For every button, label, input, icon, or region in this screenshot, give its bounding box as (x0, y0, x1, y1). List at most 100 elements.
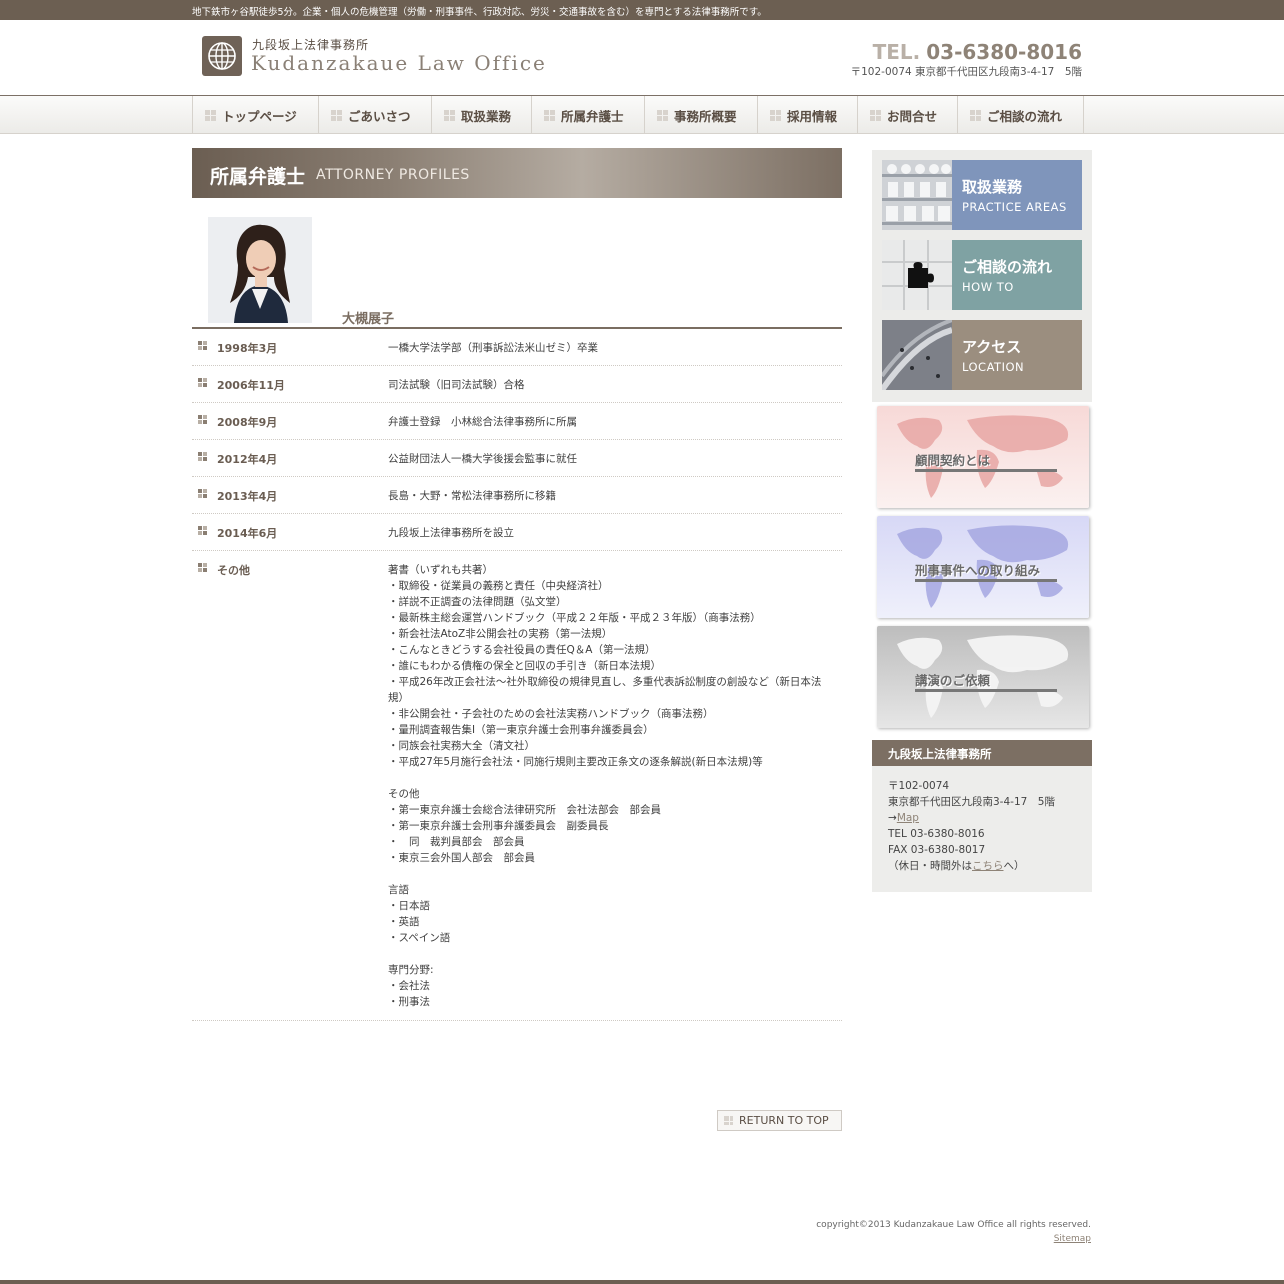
logo-english-name: Kudanzakaue Law Office (251, 51, 547, 75)
page-title: 所属弁護士 (210, 166, 306, 188)
nav-label: お問合せ (887, 108, 938, 124)
sidebar: 取扱業務 PRACTICE AREAS ご相談の流れ HOW TO アクセス L… (872, 150, 1092, 892)
offhours-suffix: へ） (1003, 860, 1025, 872)
page-title-banner: 所属弁護士 ATTORNEY PROFILES (192, 148, 842, 198)
nav-label: 採用情報 (787, 108, 838, 124)
criminal-cases-banner[interactable]: 刑事事件への取り組み (877, 516, 1089, 618)
banner-title: アクセス (962, 338, 1022, 356)
nav-label: ごあいさつ (348, 108, 411, 124)
career-text: 長島・大野・常松法律事務所に移籍 (388, 490, 556, 502)
map-link[interactable]: Map (897, 812, 919, 824)
office-offhours: （休日・時間外はこちらへ） (888, 858, 1092, 874)
square-bullet-icon (331, 109, 342, 121)
attorney-name: 大槻展子 (342, 312, 395, 327)
nav-item-flow[interactable]: ご相談の流れ (958, 96, 1084, 134)
banner-underline (915, 579, 1057, 582)
career-text: 九段坂上法律事務所を設立 (388, 527, 514, 539)
nav-label: ご相談の流れ (987, 108, 1063, 124)
career-row: 1998年3月 一橋大学法学部（刑事訴訟法米山ゼミ）卒業 (192, 329, 842, 366)
global-nav: トップページ ごあいさつ 取扱業務 所属弁護士 事務所概要 採用情報 お問合せ … (0, 95, 1284, 134)
career-list: 1998年3月 一橋大学法学部（刑事訴訟法米山ゼミ）卒業 2006年11月 司法… (192, 329, 842, 1021)
career-date: 2013年4月 (217, 490, 278, 503)
footer-bar (0, 1280, 1284, 1284)
nav-label: 取扱業務 (461, 108, 512, 124)
square-bullet-icon (444, 109, 455, 121)
square-bullet-icon (198, 452, 207, 461)
office-address: 東京都千代田区九段南3-4-17 5階 (888, 796, 1055, 808)
banner-subtitle: LOCATION (962, 360, 1025, 374)
tagline: 地下鉄市ヶ谷駅徒歩5分。企業・個人の危機管理（労働・刑事事件、行政対応、労災・交… (192, 7, 767, 18)
page-subtitle: ATTORNEY PROFILES (316, 167, 470, 183)
banner-text: ご相談の流れ HOW TO (952, 240, 1082, 310)
office-fax: FAX 03-6380-8017 (888, 844, 986, 856)
banner-underline (915, 689, 1057, 692)
location-banner[interactable]: アクセス LOCATION (879, 318, 1082, 392)
site-header: 九段坂上法律事務所 Kudanzakaue Law Office TEL. 03-… (0, 20, 1284, 96)
office-info-title: 九段坂上法律事務所 (872, 740, 1092, 766)
career-row: 2006年11月 司法試験（旧司法試験）合格 (192, 366, 842, 403)
advisory-contract-banner[interactable]: 顧問契約とは (877, 406, 1089, 508)
banner-text: 取扱業務 PRACTICE AREAS (952, 160, 1082, 230)
nav-item-contact[interactable]: お問合せ (858, 96, 958, 134)
offhours-prefix: （休日・時間外は (888, 860, 972, 872)
office-info-box: 九段坂上法律事務所 〒102-0074 東京都千代田区九段南3-4-17 5階 … (872, 740, 1092, 892)
nav-item-office[interactable]: 事務所概要 (645, 96, 758, 134)
square-bullet-icon (205, 109, 216, 121)
square-bullet-icon (970, 109, 981, 121)
banner-subtitle: HOW TO (962, 280, 1014, 294)
career-text: 弁護士登録 小林総合法律事務所に所属 (388, 416, 577, 428)
sidebar-banner-group: 取扱業務 PRACTICE AREAS ご相談の流れ HOW TO アクセス L… (872, 150, 1092, 402)
career-date: 2014年6月 (217, 527, 278, 540)
top-info-bar: 地下鉄市ヶ谷駅徒歩5分。企業・個人の危機管理（労働・刑事事件、行政対応、労災・交… (0, 0, 1284, 20)
career-text: 著書（いずれも共著） ・取締役・従業員の義務と責任（中央経済社） ・詳説不正調査… (388, 564, 822, 1008)
career-date: 2006年11月 (217, 379, 285, 392)
practice-areas-banner[interactable]: 取扱業務 PRACTICE AREAS (882, 160, 1082, 230)
phone-number: TEL. 03-6380-8016 (873, 40, 1082, 64)
square-bullet-icon (198, 563, 207, 572)
square-bullet-icon (198, 489, 207, 498)
return-to-top-button[interactable]: RETURN TO TOP (717, 1110, 842, 1131)
nav-item-greeting[interactable]: ごあいさつ (319, 96, 432, 134)
career-row: 2014年6月 九段坂上法律事務所を設立 (192, 514, 842, 551)
site-logo[interactable]: 九段坂上法律事務所 Kudanzakaue Law Office (202, 36, 545, 80)
how-to-banner[interactable]: ご相談の流れ HOW TO (882, 240, 1082, 310)
nav-item-practice[interactable]: 取扱業務 (432, 96, 532, 134)
sitemap-link[interactable]: Sitemap (1054, 1234, 1091, 1244)
banner-text: アクセス LOCATION (952, 320, 1082, 390)
copyright: copyright©2013 Kudanzakaue Law Office al… (816, 1220, 1091, 1230)
square-bullet-icon (870, 109, 881, 121)
nav-item-attorneys[interactable]: 所属弁護士 (532, 96, 645, 134)
tel-label: TEL. (872, 40, 921, 64)
career-text: 公益財団法人一橋大学後援会監事に就任 (388, 453, 577, 465)
office-zip: 〒102-0074 (888, 780, 950, 792)
banner-subtitle: PRACTICE AREAS (962, 200, 1067, 214)
banner-title: ご相談の流れ (962, 258, 1053, 276)
banner-title: 刑事事件への取り組み (915, 563, 1041, 578)
nav-item-recruit[interactable]: 採用情報 (758, 96, 858, 134)
nav-label: トップページ (222, 108, 297, 124)
attorney-profile-header: 大槻展子 (192, 198, 842, 329)
offhours-link[interactable]: こちら (972, 860, 1004, 872)
arrow-icon: → (888, 812, 897, 824)
career-text: 司法試験（旧司法試験）合格 (388, 379, 525, 391)
lecture-request-banner[interactable]: 講演のご依頼 (877, 626, 1089, 728)
square-bullet-icon (198, 341, 207, 350)
banner-title: 取扱業務 (962, 178, 1023, 196)
career-row: 2008年9月 弁護士登録 小林総合法律事務所に所属 (192, 403, 842, 440)
globe-icon (202, 36, 242, 76)
main-content: 所属弁護士 ATTORNEY PROFILES 大槻展子 1998年3月 一橋大… (192, 148, 842, 1021)
career-row: 2013年4月 長島・大野・常松法律事務所に移籍 (192, 477, 842, 514)
square-bullet-icon (198, 378, 207, 387)
tableware-photo (882, 160, 952, 230)
square-bullet-icon (544, 109, 555, 121)
staircase-photo (879, 318, 953, 392)
square-bullet-icon (198, 526, 207, 535)
career-date: 1998年3月 (217, 342, 278, 355)
banner-title: 顧問契約とは (915, 453, 991, 468)
nav-item-top[interactable]: トップページ (193, 96, 319, 134)
square-bullet-icon (770, 109, 781, 121)
attorney-photo (208, 217, 312, 323)
banner-underline (915, 469, 1057, 472)
puzzle-photo (882, 240, 952, 310)
nav-label: 所属弁護士 (561, 108, 624, 124)
